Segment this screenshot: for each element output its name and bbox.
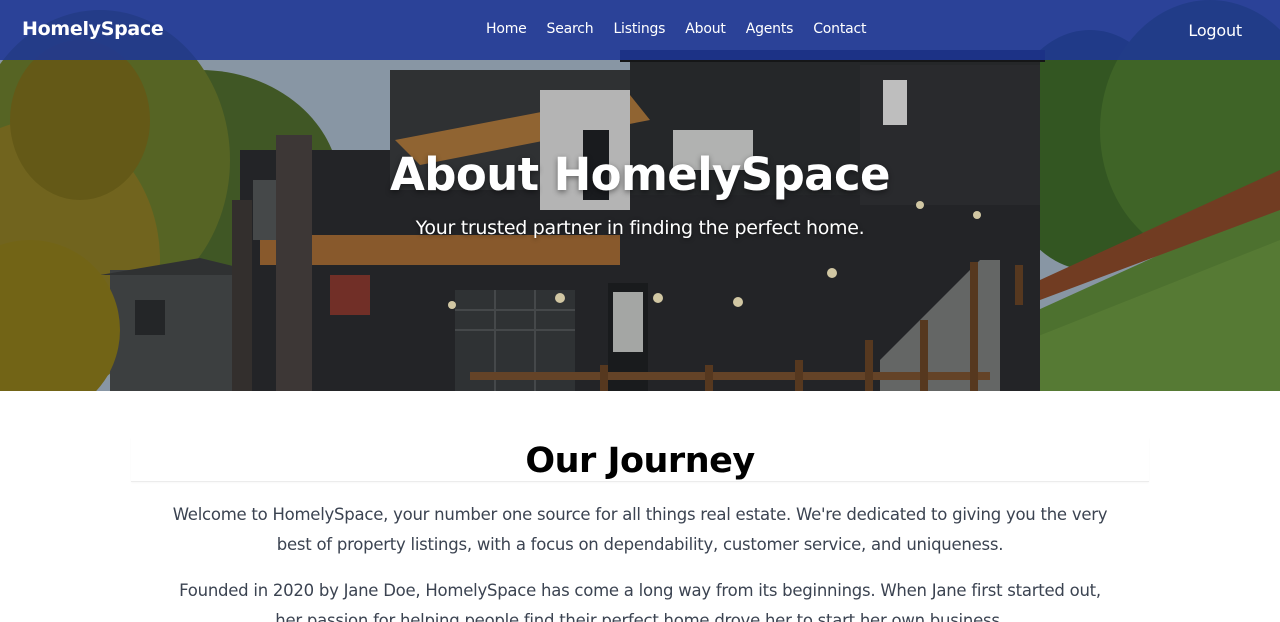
our-journey-section: Our Journey Welcome to HomelySpace, your…: [131, 437, 1149, 622]
journey-paragraph: Founded in 2020 by Jane Doe, HomelySpace…: [179, 581, 1101, 622]
hero-title: About HomelySpace: [390, 148, 891, 201]
nav-link-home[interactable]: Home: [486, 21, 527, 37]
nav-link-agents[interactable]: Agents: [746, 21, 794, 37]
nav-link-about[interactable]: About: [685, 21, 726, 37]
section-heading-card: Our Journey: [131, 437, 1149, 482]
top-navbar: HomelySpace Home Search Listings About A…: [0, 0, 1280, 60]
brand-logo-link[interactable]: HomelySpace: [22, 18, 164, 40]
logout-link[interactable]: Logout: [1188, 21, 1242, 40]
hero-subtitle: Your trusted partner in finding the perf…: [415, 217, 865, 239]
nav-link-search[interactable]: Search: [547, 21, 594, 37]
journey-paragraph: Welcome to HomelySpace, your number one …: [172, 505, 1108, 554]
section-heading: Our Journey: [525, 441, 755, 481]
nav-link-contact[interactable]: Contact: [813, 21, 866, 37]
nav-link-listings[interactable]: Listings: [613, 21, 665, 37]
nav-links: Home Search Listings About Agents Contac…: [486, 21, 886, 37]
